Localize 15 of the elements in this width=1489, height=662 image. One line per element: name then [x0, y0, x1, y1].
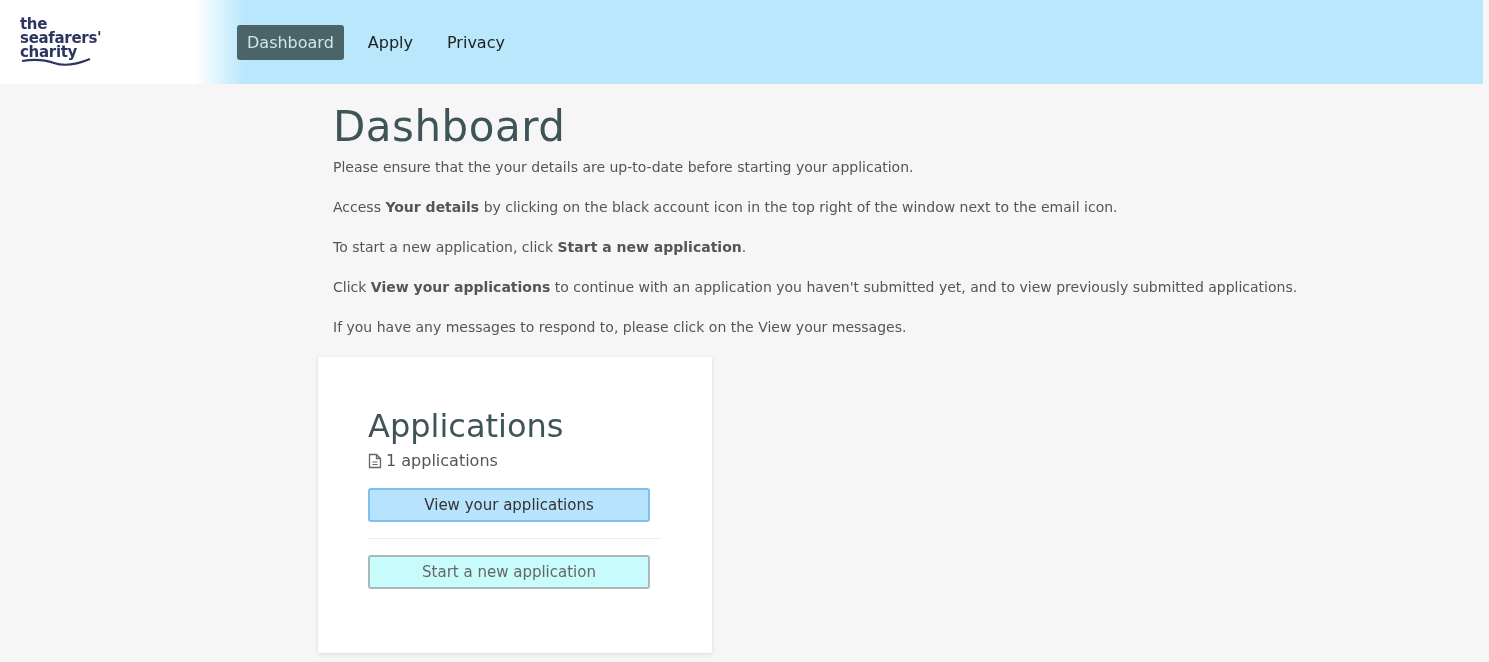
instruction-text: If you have any messages to respond to, please click on the View your messages.: [333, 318, 908, 337]
instruction-text: Access Your details by clicking on the black account icon in the top right of the window next to the email icon.: [333, 198, 1119, 217]
document-icon: [368, 452, 382, 469]
logo-text: the seafarers' charity: [20, 17, 102, 59]
nav-tab[interactable]: Dashboard: [237, 24, 344, 60]
instruction-text: Please ensure that the your details are up-to-date before starting your application.: [333, 158, 915, 177]
instruction-text: Click View your applications to continue with an application you haven't submitted yet, and to view previously submitted applications.: [333, 278, 1299, 297]
instruction-text: To start a new application, click Start a new application.: [333, 238, 748, 257]
page-title: Dashboard: [333, 102, 567, 151]
view-applications-button[interactable]: View your applications: [368, 488, 650, 522]
nav-tab[interactable]: Privacy: [437, 24, 515, 60]
start-application-button[interactable]: Start a new application: [368, 555, 650, 589]
application-count: 1 applications: [386, 451, 498, 470]
nav-tab[interactable]: Apply: [357, 24, 423, 60]
card-title: Applications: [368, 407, 565, 445]
